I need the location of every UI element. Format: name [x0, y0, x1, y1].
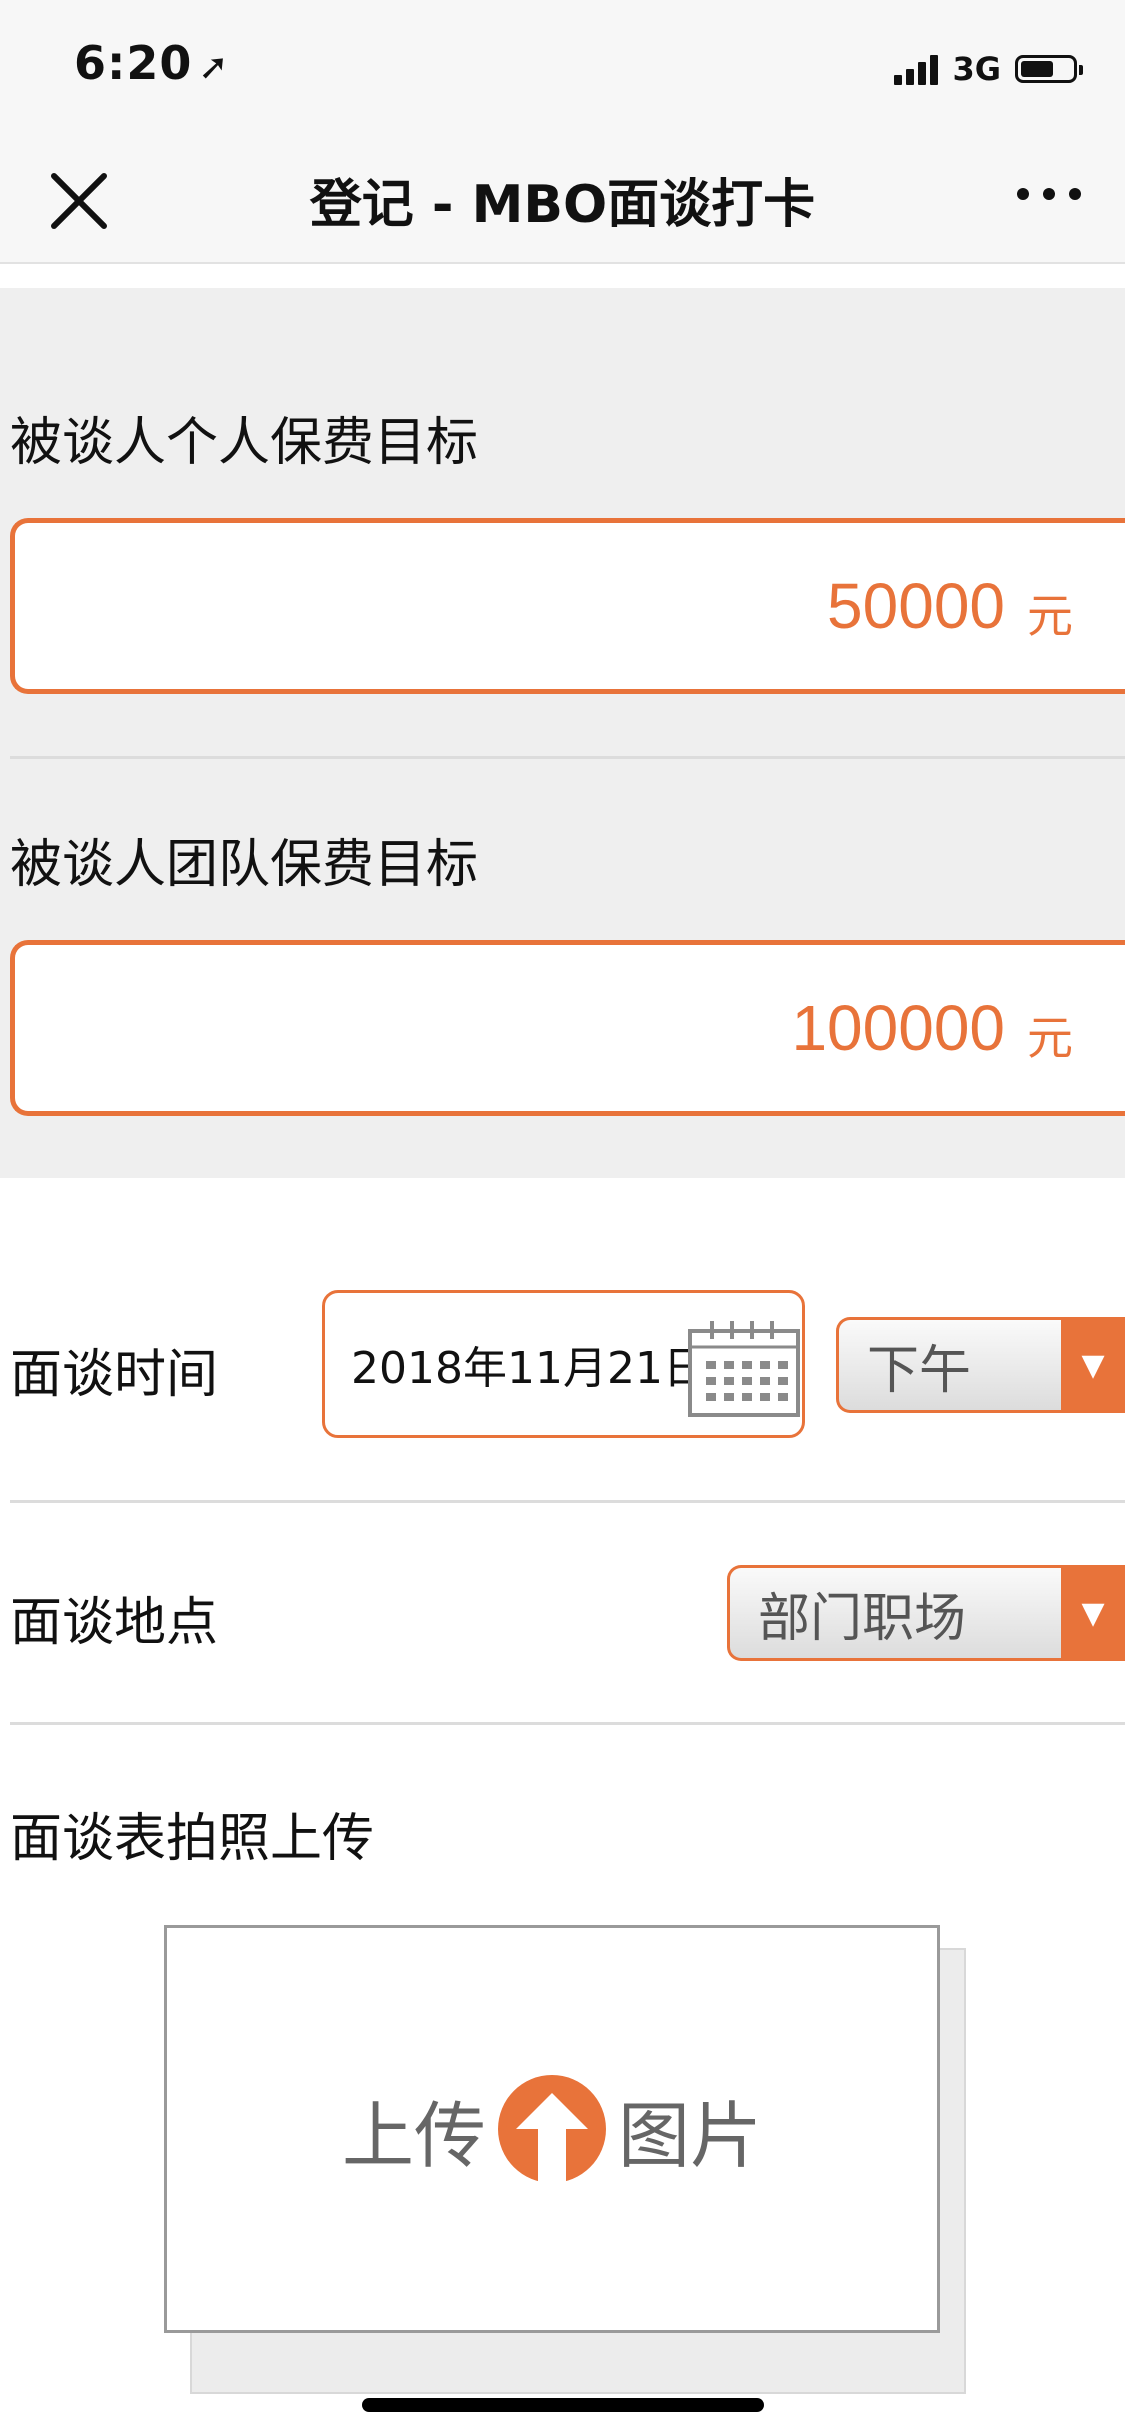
home-indicator: [362, 2398, 764, 2412]
nav-bar: 登记 - MBO面谈打卡: [0, 140, 1125, 264]
upload-text-right: 图片: [618, 2093, 763, 2178]
personal-target-value: 50000: [827, 570, 1005, 642]
upload-image-button[interactable]: 上传 图片: [164, 1925, 940, 2333]
personal-target-input[interactable]: 50000 元: [10, 518, 1125, 694]
status-bar: 6:20 ➚ 3G: [0, 0, 1125, 140]
place-value: 部门职场: [758, 1588, 967, 1649]
divider: [10, 756, 1125, 759]
interview-place-label: 面谈地点: [10, 1593, 219, 1653]
team-target-input[interactable]: 100000 元: [10, 940, 1125, 1116]
photo-upload-label: 面谈表拍照上传: [10, 1809, 375, 1869]
dropdown-arrow-icon: ▼: [1061, 1320, 1125, 1410]
date-value: 2018年11月21日: [351, 1343, 707, 1394]
page-title: 登记 - MBO面谈打卡: [309, 175, 816, 235]
personal-target-unit: 元: [1027, 589, 1073, 643]
interview-time-label: 面谈时间: [10, 1345, 219, 1405]
upload-text-left: 上传: [341, 2093, 486, 2178]
period-select[interactable]: 下午 ▼: [836, 1317, 1125, 1413]
location-arrow-icon: ➚: [198, 47, 230, 88]
network-type: 3G: [952, 50, 1001, 88]
status-time: 6:20 ➚: [74, 36, 230, 90]
divider: [10, 1722, 1125, 1725]
period-value: 下午: [867, 1340, 972, 1401]
divider: [10, 1500, 1125, 1503]
time-text: 6:20: [74, 36, 193, 90]
dropdown-arrow-icon: ▼: [1061, 1568, 1125, 1658]
more-icon[interactable]: [1017, 188, 1081, 200]
signal-icon: [894, 53, 939, 85]
upload-arrow-icon: [498, 2075, 606, 2185]
date-picker[interactable]: 2018年11月21日: [322, 1290, 805, 1438]
battery-icon: [1015, 55, 1083, 83]
team-target-value: 100000: [791, 992, 1005, 1064]
status-right: 3G: [894, 50, 1083, 88]
team-target-label: 被谈人团队保费目标: [10, 835, 479, 895]
personal-target-label: 被谈人个人保费目标: [10, 413, 479, 473]
place-select[interactable]: 部门职场 ▼: [727, 1565, 1125, 1661]
team-target-unit: 元: [1027, 1011, 1073, 1065]
calendar-icon: [688, 1321, 800, 1417]
